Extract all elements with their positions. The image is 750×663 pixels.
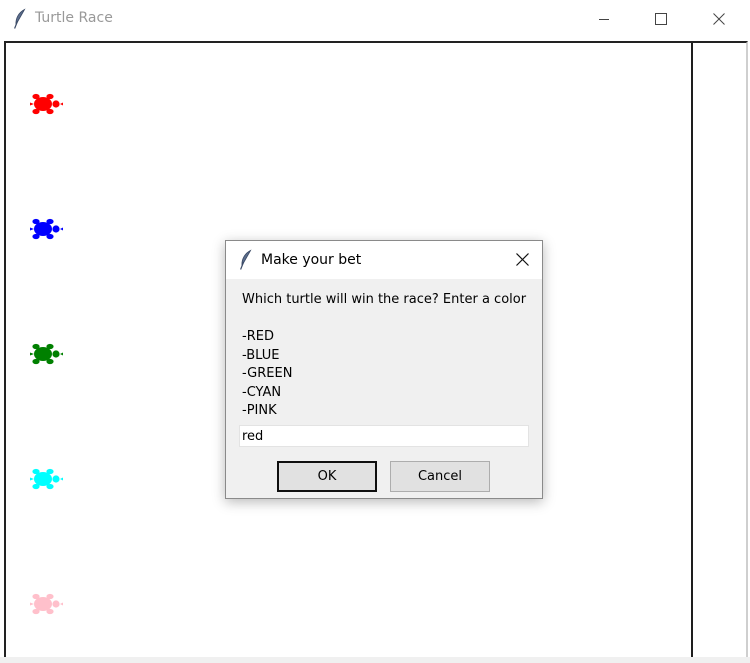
turtle-icon [30, 217, 64, 241]
bet-dialog: Make your bet Which turtle will win the … [225, 240, 543, 499]
feather-icon [12, 8, 28, 30]
turtle-icon [30, 92, 64, 116]
turtle-icon [30, 342, 64, 366]
dialog-title: Make your bet [261, 252, 362, 268]
turtle-icon [30, 467, 64, 491]
ok-button[interactable]: OK [277, 461, 377, 492]
turtle-race-window: Turtle Race Make your bet Which turtle w… [0, 0, 750, 663]
color-option: -RED [242, 329, 274, 344]
minimize-icon [598, 10, 610, 29]
window-titlebar[interactable]: Turtle Race [0, 0, 750, 38]
cancel-button[interactable]: Cancel [390, 461, 490, 492]
color-option: -PINK [242, 403, 277, 419]
minimize-button[interactable] [575, 0, 633, 38]
maximize-icon [655, 10, 667, 29]
bet-input[interactable] [239, 425, 529, 447]
maximize-button[interactable] [632, 0, 690, 38]
color-options: -RED -BLUE -GREEN -CYAN -PINK [242, 328, 292, 421]
window-bottom-edge [0, 657, 750, 663]
dialog-close-button[interactable] [502, 241, 542, 279]
bet-prompt: Which turtle will win the race? Enter a … [242, 292, 527, 307]
close-button[interactable] [690, 0, 748, 38]
color-option: -GREEN [242, 366, 293, 382]
feather-icon [238, 249, 254, 271]
turtle-icon [30, 592, 64, 616]
close-icon [515, 251, 529, 270]
color-option: -BLUE [242, 347, 280, 363]
close-icon [713, 10, 725, 29]
window-title: Turtle Race [35, 10, 113, 26]
finish-line [691, 43, 693, 663]
color-option: -CYAN [242, 384, 282, 400]
dialog-titlebar[interactable]: Make your bet [226, 241, 542, 279]
